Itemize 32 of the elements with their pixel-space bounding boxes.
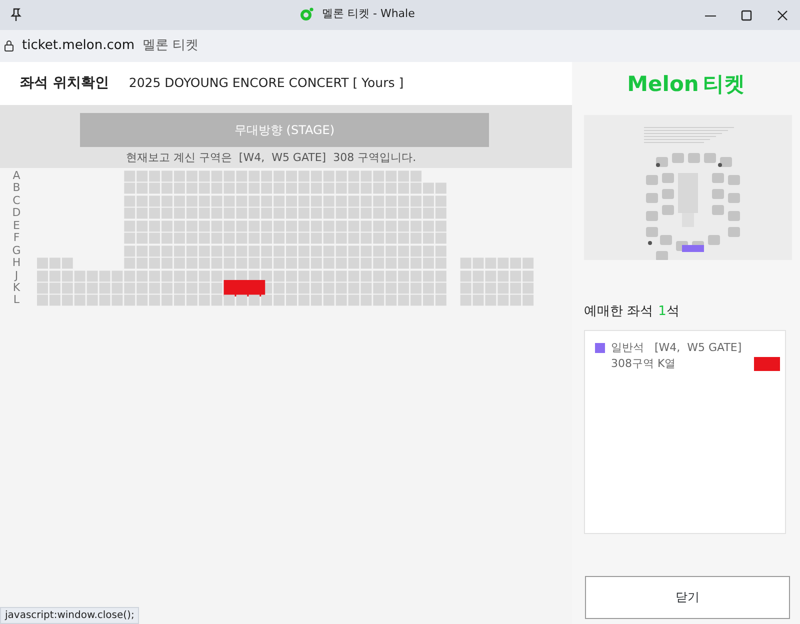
logo-text: Melon <box>627 70 699 98</box>
close-icon[interactable] <box>777 10 788 20</box>
lock-icon <box>4 40 14 52</box>
row-label: E <box>12 220 21 232</box>
page-title: 멜론 티켓 <box>142 37 199 56</box>
booked-unit: 석 <box>666 303 680 321</box>
row-label: H <box>11 257 22 270</box>
redaction-mark <box>754 356 780 370</box>
seat-description: 일반석 [W4, W5 GATE] 308구역 K열 <box>611 340 743 372</box>
row-label: D <box>11 207 22 220</box>
section-caption: 현재보고 계신 구역은 [W4, W5 GATE] 308 구역입니다. <box>124 150 418 166</box>
concert-title: 2025 DOYOUNG ENCORE CONCERT [ Yours ] <box>128 74 404 92</box>
row-label: A <box>12 170 22 182</box>
window-title: 멜론 티켓 - Whale <box>322 6 415 22</box>
close-button[interactable]: 닫기 <box>585 576 790 618</box>
row-label: K <box>12 282 22 294</box>
url-text[interactable]: ticket.melon.com <box>22 36 135 56</box>
row-label: J <box>13 270 20 282</box>
row-label: B <box>12 182 22 195</box>
page-heading: 좌석 위치확인 <box>20 74 109 93</box>
row-label: F <box>12 232 21 245</box>
status-url: javascript:window.close(); <box>0 607 140 624</box>
booked-seats-label: 예매한 좌석 <box>584 303 654 321</box>
row-label: L <box>12 294 21 307</box>
browser-logo-icon <box>300 7 314 22</box>
row-label: G <box>11 244 22 258</box>
row-label: C <box>12 194 22 208</box>
stage-banner: 무대방향 (STAGE) <box>80 113 489 147</box>
pin-icon[interactable] <box>9 8 23 22</box>
booked-count: 1 <box>658 303 666 321</box>
logo-suffix: 티켓 <box>702 70 745 98</box>
maximize-icon[interactable] <box>741 10 752 20</box>
